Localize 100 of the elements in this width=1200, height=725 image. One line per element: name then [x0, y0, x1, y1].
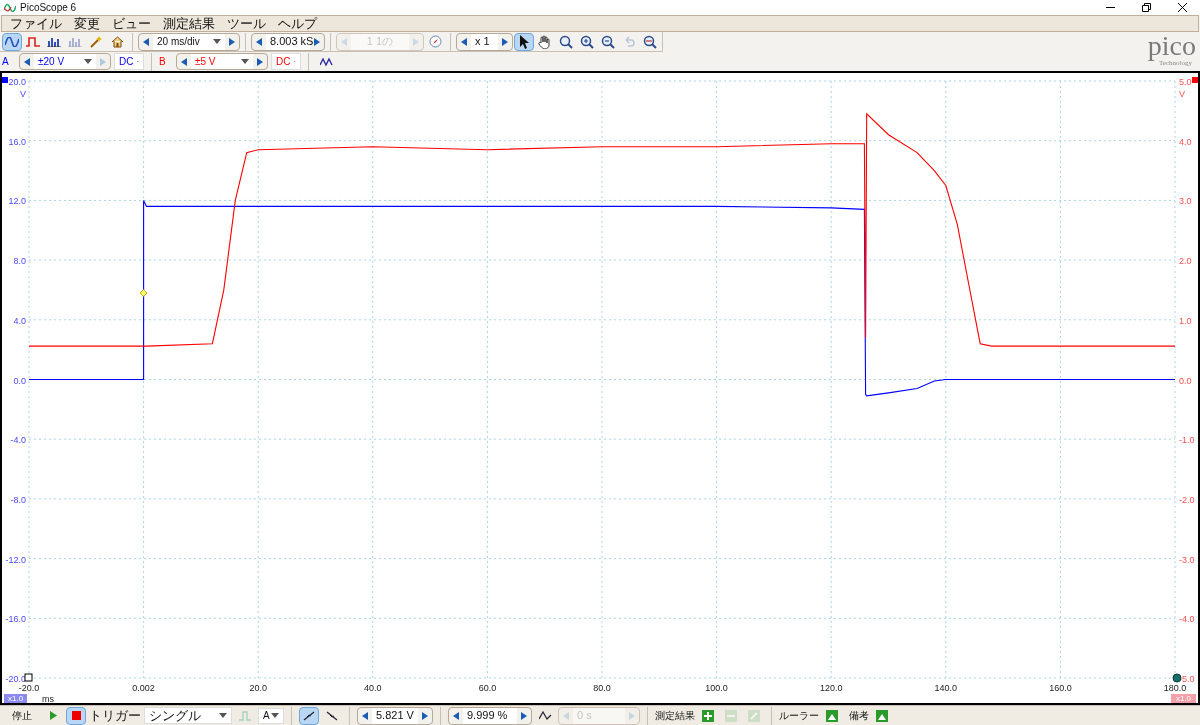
right-arrow-icon: [629, 711, 635, 720]
y-axis-label: 4.0: [13, 315, 26, 326]
stop-button[interactable]: 停止: [4, 708, 40, 723]
x-axis-unit: ms: [42, 694, 54, 703]
zoom-fit-icon: [643, 34, 657, 49]
right-arrow-icon: [502, 37, 508, 46]
y-axis-label: -4.0: [10, 435, 26, 446]
left-arrow-icon: [563, 711, 569, 720]
right-arrow-icon: [413, 37, 419, 46]
menu-item[interactable]: ビュー: [112, 16, 151, 31]
delay-icon: [538, 710, 552, 721]
y-axis-label: 16.0: [8, 136, 26, 147]
pretrigger-control[interactable]: 9.999 %: [448, 706, 532, 725]
falling-edge-icon: [326, 709, 338, 722]
coupling-dropdown[interactable]: DC: [271, 53, 301, 70]
compass-icon: [428, 35, 442, 48]
x-axis-label: 20.0: [249, 683, 267, 693]
app-icon: [4, 2, 16, 13]
left-arrow-icon: [181, 57, 187, 66]
right-arrow-icon: [229, 37, 235, 46]
wand-icon: [90, 35, 102, 48]
trigger-marker[interactable]: [139, 289, 148, 297]
pulse-icon: [239, 710, 251, 721]
y-axis-label: 0.0: [1179, 375, 1192, 386]
right-arrow-icon: [257, 57, 263, 66]
left-arrow-icon: [256, 37, 262, 46]
y-axis-unit: V: [1179, 89, 1185, 99]
x-axis-label: 80.0: [593, 683, 611, 693]
x-axis-label: 120.0: [819, 683, 843, 693]
play-icon: [49, 711, 57, 720]
zoom-out-icon: [601, 34, 615, 49]
bar-chart-icon: [47, 36, 61, 47]
coupling-dropdown[interactable]: DC: [114, 53, 144, 70]
menu-item[interactable]: 測定結果: [163, 16, 215, 31]
left-arrow-icon: [143, 37, 149, 46]
y-axis-label: -5.0: [1179, 674, 1195, 684]
right-arrow-icon: [422, 711, 428, 720]
y-axis-label: -12.0: [5, 554, 26, 565]
minus-icon: [725, 709, 737, 722]
channel-button[interactable]: B: [159, 54, 173, 69]
waveform-icon: [5, 36, 19, 47]
ruler-handle[interactable]: [24, 673, 33, 682]
mode-button[interactable]: [2, 32, 22, 51]
samples-control[interactable]: 8.003 kS: [251, 32, 325, 51]
edge-button[interactable]: [299, 706, 319, 725]
y-axis-label: -1.0: [1179, 435, 1195, 446]
left-arrow-icon: [453, 711, 459, 720]
pointer-icon: [519, 34, 529, 49]
y-axis-label: 12.0: [8, 196, 26, 207]
x-axis-label: -20.0: [18, 683, 40, 693]
menu-item[interactable]: ヘルプ: [278, 16, 317, 31]
channel-button[interactable]: A: [2, 54, 16, 69]
left-arrow-icon: [362, 711, 368, 720]
x-axis-label: 40.0: [364, 683, 382, 693]
rising-edge-icon: [303, 709, 315, 722]
timebase-control[interactable]: 20 ms/div: [138, 32, 240, 51]
y-axis-label: 20.0: [8, 77, 26, 87]
x-axis-label: 0.002: [132, 683, 155, 693]
right-arrow-icon: [314, 37, 320, 46]
tool-button[interactable]: [514, 32, 534, 51]
math-wave-icon: [319, 56, 333, 67]
ruler-handle[interactable]: [1172, 673, 1182, 683]
trigger-source-dropdown[interactable]: A: [258, 707, 284, 724]
y-axis-label: -16.0: [5, 614, 26, 625]
menu-item[interactable]: ファイル: [10, 16, 62, 31]
x-axis-label: 60.0: [478, 683, 497, 693]
right-arrow-icon: [100, 57, 106, 66]
y-axis-unit: V: [20, 89, 26, 99]
restore-icon: [1141, 3, 1151, 12]
rulers-label: ルーラー: [779, 709, 819, 723]
close-icon: [1177, 3, 1187, 12]
menu-item[interactable]: 変更: [74, 16, 100, 31]
y-axis-label: -8.0: [10, 494, 26, 505]
stop-icon: [71, 711, 81, 720]
x-axis-label: 140.0: [934, 683, 958, 693]
hand-icon: [538, 34, 552, 49]
y-axis-label: -3.0: [1179, 554, 1195, 565]
undo-icon: [623, 35, 635, 48]
x-axis-label: 160.0: [1049, 683, 1072, 693]
left-arrow-icon: [341, 37, 347, 46]
bar-chart-icon: [68, 36, 82, 47]
y-axis-label: 0.0: [13, 375, 26, 386]
image-icon: [826, 709, 838, 722]
trigger-mode-dropdown[interactable]: シングル: [144, 707, 232, 724]
zoom-badge: x1.0: [1170, 694, 1196, 703]
y-axis-label: 5.0: [1179, 77, 1192, 87]
right-arrow-icon: [521, 711, 527, 720]
x-axis-label: 180.0: [1163, 683, 1187, 693]
zoom-in-icon: [580, 34, 594, 49]
x-axis-label: 100.0: [705, 683, 728, 693]
y-axis-label: -4.0: [1179, 614, 1195, 625]
left-arrow-icon: [461, 37, 467, 46]
zoom-control[interactable]: x 1: [456, 32, 513, 51]
menu-item[interactable]: ツール: [227, 16, 266, 31]
range-control[interactable]: ±5 V: [176, 53, 268, 70]
threshold-control[interactable]: 5.821 V: [357, 706, 433, 725]
y-axis-label: 4.0: [1179, 136, 1192, 147]
y-axis-label: -2.0: [1179, 494, 1195, 505]
stop-capture-button[interactable]: [66, 706, 86, 725]
range-control[interactable]: ±20 V: [19, 53, 111, 70]
